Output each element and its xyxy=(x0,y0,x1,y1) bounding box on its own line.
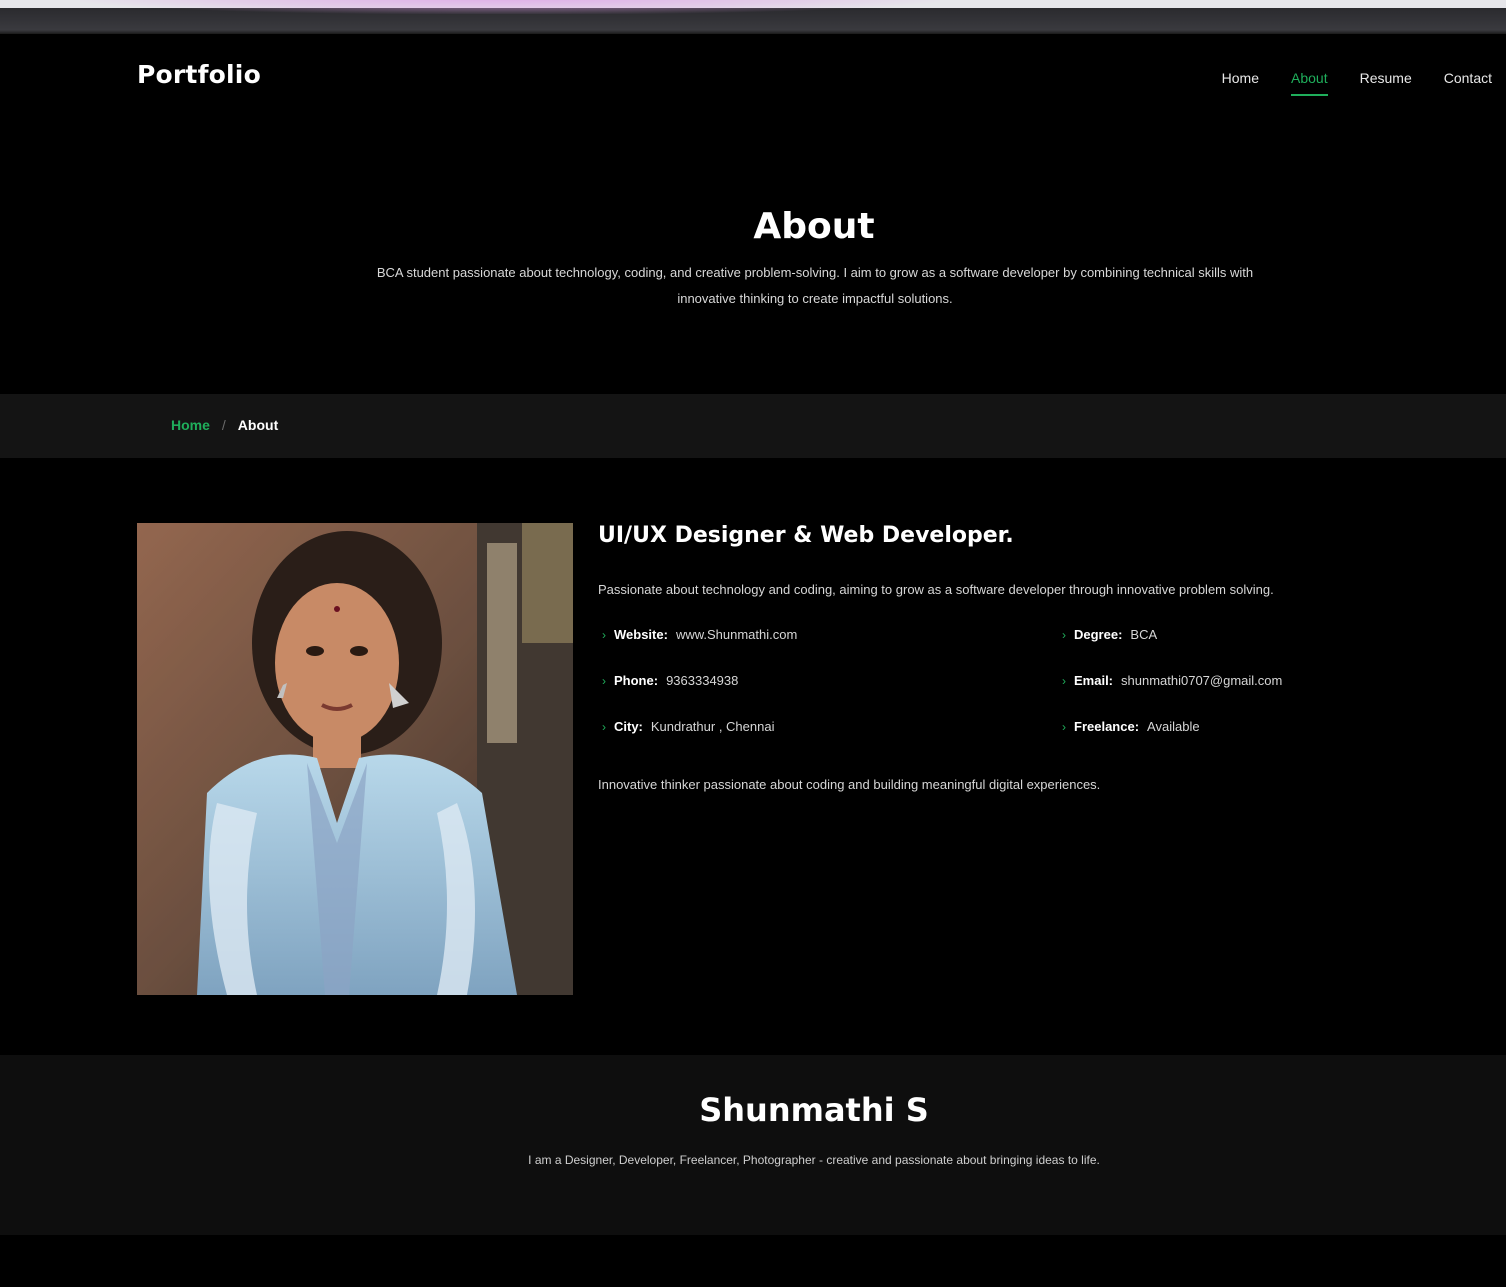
detail-key: Phone: xyxy=(614,673,659,688)
detail-value[interactable]: shunmathi0707@gmail.com xyxy=(1121,673,1282,688)
about-content: UI/UX Designer & Web Developer. Passiona… xyxy=(598,523,1458,792)
chevron-right-icon: › xyxy=(1062,719,1066,734)
breadcrumb-separator: / xyxy=(221,417,226,433)
detail-degree: › Degree: BCA xyxy=(1062,627,1157,642)
details-list: › Website: www.Shunmathi.com › Phone: 93… xyxy=(598,627,1458,767)
outro-text: Innovative thinker passionate about codi… xyxy=(598,777,1101,792)
navbar: Portfolio Home About Resume Contact xyxy=(0,34,1506,122)
chevron-right-icon: › xyxy=(602,627,606,642)
detail-value: Kundrathur , Chennai xyxy=(650,719,775,734)
chevron-right-icon: › xyxy=(1062,627,1066,642)
site-logo[interactable]: Portfolio xyxy=(137,60,261,89)
detail-value: Available xyxy=(1147,719,1200,734)
role-title: UI/UX Designer & Web Developer. xyxy=(598,523,1014,548)
detail-city: › City: Kundrathur , Chennai xyxy=(602,719,774,734)
profile-photo-illustration xyxy=(137,523,573,995)
breadcrumb-bar: Home / About xyxy=(0,394,1506,458)
detail-phone: › Phone: 9363334938 xyxy=(602,673,738,688)
browser-top-strip xyxy=(0,0,1506,34)
nav-link-about[interactable]: About xyxy=(1291,70,1328,96)
nav-link-contact[interactable]: Contact xyxy=(1444,70,1492,86)
detail-freelance: › Freelance: Available xyxy=(1062,719,1200,734)
nav-link-resume[interactable]: Resume xyxy=(1360,70,1412,86)
name-band: Shunmathi S I am a Designer, Developer, … xyxy=(0,1055,1506,1235)
chevron-right-icon: › xyxy=(1062,673,1066,688)
detail-key: Email: xyxy=(1074,673,1114,688)
detail-key: Freelance: xyxy=(1074,719,1140,734)
detail-value: BCA xyxy=(1130,627,1158,642)
detail-email: › Email: shunmathi0707@gmail.com xyxy=(1062,673,1282,688)
page-title: About xyxy=(753,206,875,247)
nav-link-home[interactable]: Home xyxy=(1222,70,1259,86)
detail-key: Website: xyxy=(614,627,668,642)
person-name: Shunmathi S xyxy=(699,1091,929,1129)
nav-menu: Home About Resume Contact xyxy=(1222,70,1492,96)
intro-text: Passionate about technology and coding, … xyxy=(598,582,1274,597)
chevron-right-icon: › xyxy=(602,719,606,734)
detail-value: 9363334938 xyxy=(666,673,739,688)
breadcrumb-home-link[interactable]: Home xyxy=(171,417,210,433)
detail-website: › Website: www.Shunmathi.com xyxy=(602,627,797,642)
hero-section: About BCA student passionate about techn… xyxy=(0,122,1506,394)
detail-key: Degree: xyxy=(1074,627,1123,642)
person-tagline: I am a Designer, Developer, Freelancer, … xyxy=(528,1153,1100,1167)
detail-key: City: xyxy=(614,719,643,734)
chevron-right-icon: › xyxy=(602,673,606,688)
wallpaper-glow xyxy=(80,0,940,14)
hero-description: BCA student passionate about technology,… xyxy=(376,265,1254,306)
breadcrumb-current: About xyxy=(237,417,279,433)
detail-value[interactable]: www.Shunmathi.com xyxy=(676,627,797,642)
profile-photo xyxy=(137,523,573,995)
breadcrumb: Home / About xyxy=(171,417,278,433)
